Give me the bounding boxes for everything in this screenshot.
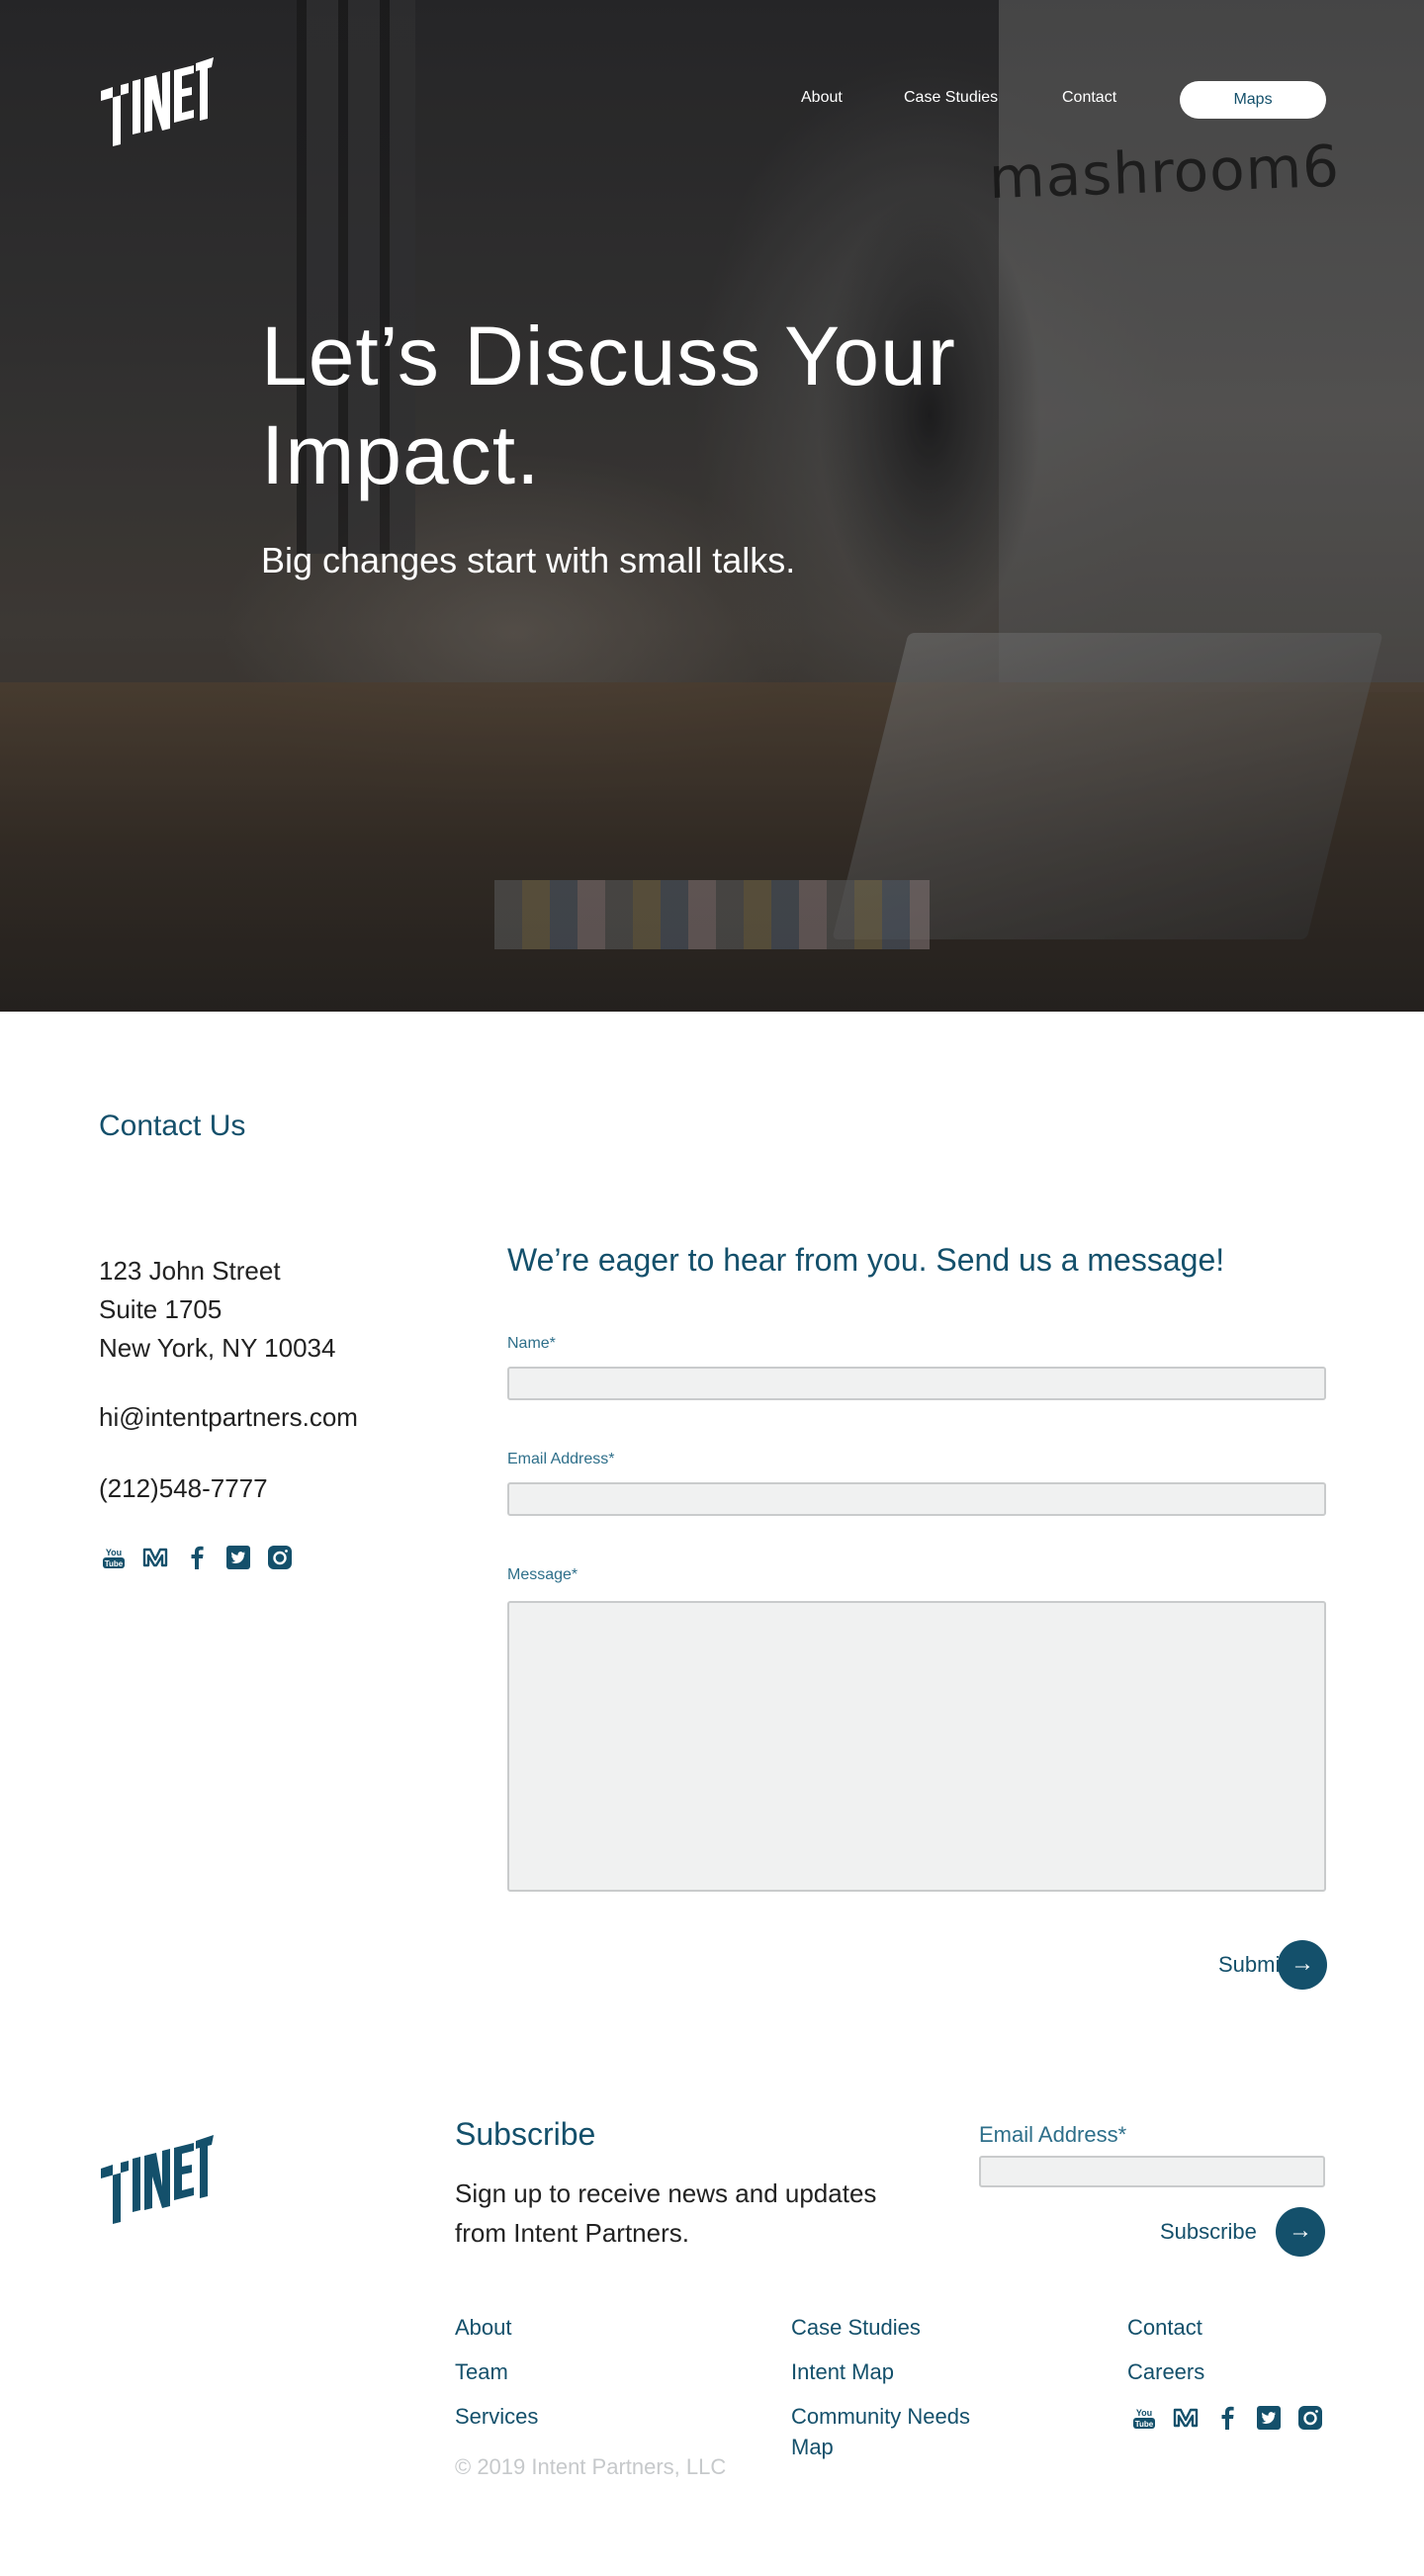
email-field[interactable]	[507, 1482, 1326, 1516]
hero-title-line-1: Let’s Discuss Your	[261, 310, 956, 402]
footer-link-careers[interactable]: Careers	[1127, 2356, 1204, 2387]
svg-text:Tube: Tube	[105, 1559, 124, 1568]
medium-icon[interactable]	[1173, 2405, 1199, 2431]
hero-title-line-2: Impact.	[261, 408, 541, 501]
footer-link-community-needs-map[interactable]: Community Needs Map	[791, 2401, 1009, 2462]
submit-button[interactable]: Submit →	[1167, 1940, 1327, 1990]
footer-link-services[interactable]: Services	[455, 2401, 538, 2432]
youtube-icon[interactable]: You Tube	[1131, 2405, 1157, 2431]
footer-social-links: You Tube	[1131, 2405, 1323, 2431]
subscribe-description: Sign up to receive news and updates from…	[455, 2178, 877, 2248]
youtube-icon[interactable]: You Tube	[101, 1545, 127, 1570]
form-heading: We’re eager to hear from you. Send us a …	[507, 1242, 1225, 1278]
arrow-right-icon: →	[1278, 1940, 1327, 1990]
subscribe-button[interactable]: Subscribe	[1160, 2219, 1257, 2245]
hero-section: mashroom6 About Case Studies Contact Map…	[0, 0, 1424, 1012]
contact-social-links: You Tube	[101, 1545, 293, 1570]
address-line-3: New York, NY 10034	[99, 1333, 336, 1363]
subscribe-heading: Subscribe	[455, 2116, 596, 2152]
name-label: Name*	[507, 1335, 556, 1352]
hero-title: Let’s Discuss Your Impact.	[261, 307, 1052, 504]
hero-overlay	[0, 0, 1424, 1012]
contact-phone-link[interactable]: (212)548-7777	[99, 1473, 268, 1504]
contact-heading: Contact Us	[99, 1110, 246, 1142]
twitter-icon[interactable]	[1256, 2405, 1282, 2431]
svg-text:Tube: Tube	[1135, 2420, 1154, 2429]
subscribe-arrow-icon[interactable]: →	[1276, 2207, 1325, 2257]
main-nav: About Case Studies Contact Maps	[0, 81, 1424, 121]
footer-link-about[interactable]: About	[455, 2312, 512, 2343]
footer-intent-logo[interactable]	[99, 2126, 214, 2227]
nav-item-contact[interactable]: Contact	[1062, 89, 1116, 107]
contact-email-link[interactable]: hi@intentpartners.com	[99, 1402, 358, 1433]
facebook-icon[interactable]	[1214, 2405, 1240, 2431]
footer-intent-logo-icon	[101, 2135, 214, 2224]
footer-link-intent-map[interactable]: Intent Map	[791, 2356, 1009, 2387]
email-label: Email Address*	[507, 1451, 615, 1467]
message-label: Message*	[507, 1566, 578, 1583]
footer-link-case-studies[interactable]: Case Studies	[791, 2312, 1009, 2343]
maps-button[interactable]: Maps	[1180, 81, 1326, 119]
copyright-text: © 2019 Intent Partners, LLC	[455, 2454, 727, 2479]
footer-link-team[interactable]: Team	[455, 2356, 508, 2387]
facebook-icon[interactable]	[184, 1545, 210, 1570]
twitter-icon[interactable]	[225, 1545, 251, 1570]
address-line-1: 123 John Street	[99, 1256, 281, 1286]
hero-subtitle: Big changes start with small talks.	[261, 540, 796, 580]
footer-link-contact[interactable]: Contact	[1127, 2312, 1202, 2343]
message-field[interactable]	[507, 1601, 1326, 1892]
contact-address: 123 John Street Suite 1705 New York, NY …	[99, 1252, 335, 1368]
subscribe-email-label: Email Address*	[979, 2122, 1127, 2147]
medium-icon[interactable]	[142, 1545, 168, 1570]
instagram-icon[interactable]	[1297, 2405, 1323, 2431]
svg-text:You: You	[1136, 2408, 1152, 2418]
instagram-icon[interactable]	[267, 1545, 293, 1570]
address-line-2: Suite 1705	[99, 1294, 222, 1324]
nav-item-case-studies[interactable]: Case Studies	[904, 89, 998, 107]
svg-text:You: You	[106, 1548, 122, 1557]
name-field[interactable]	[507, 1367, 1326, 1400]
nav-item-about[interactable]: About	[801, 89, 843, 107]
subscribe-email-field[interactable]	[979, 2156, 1325, 2187]
